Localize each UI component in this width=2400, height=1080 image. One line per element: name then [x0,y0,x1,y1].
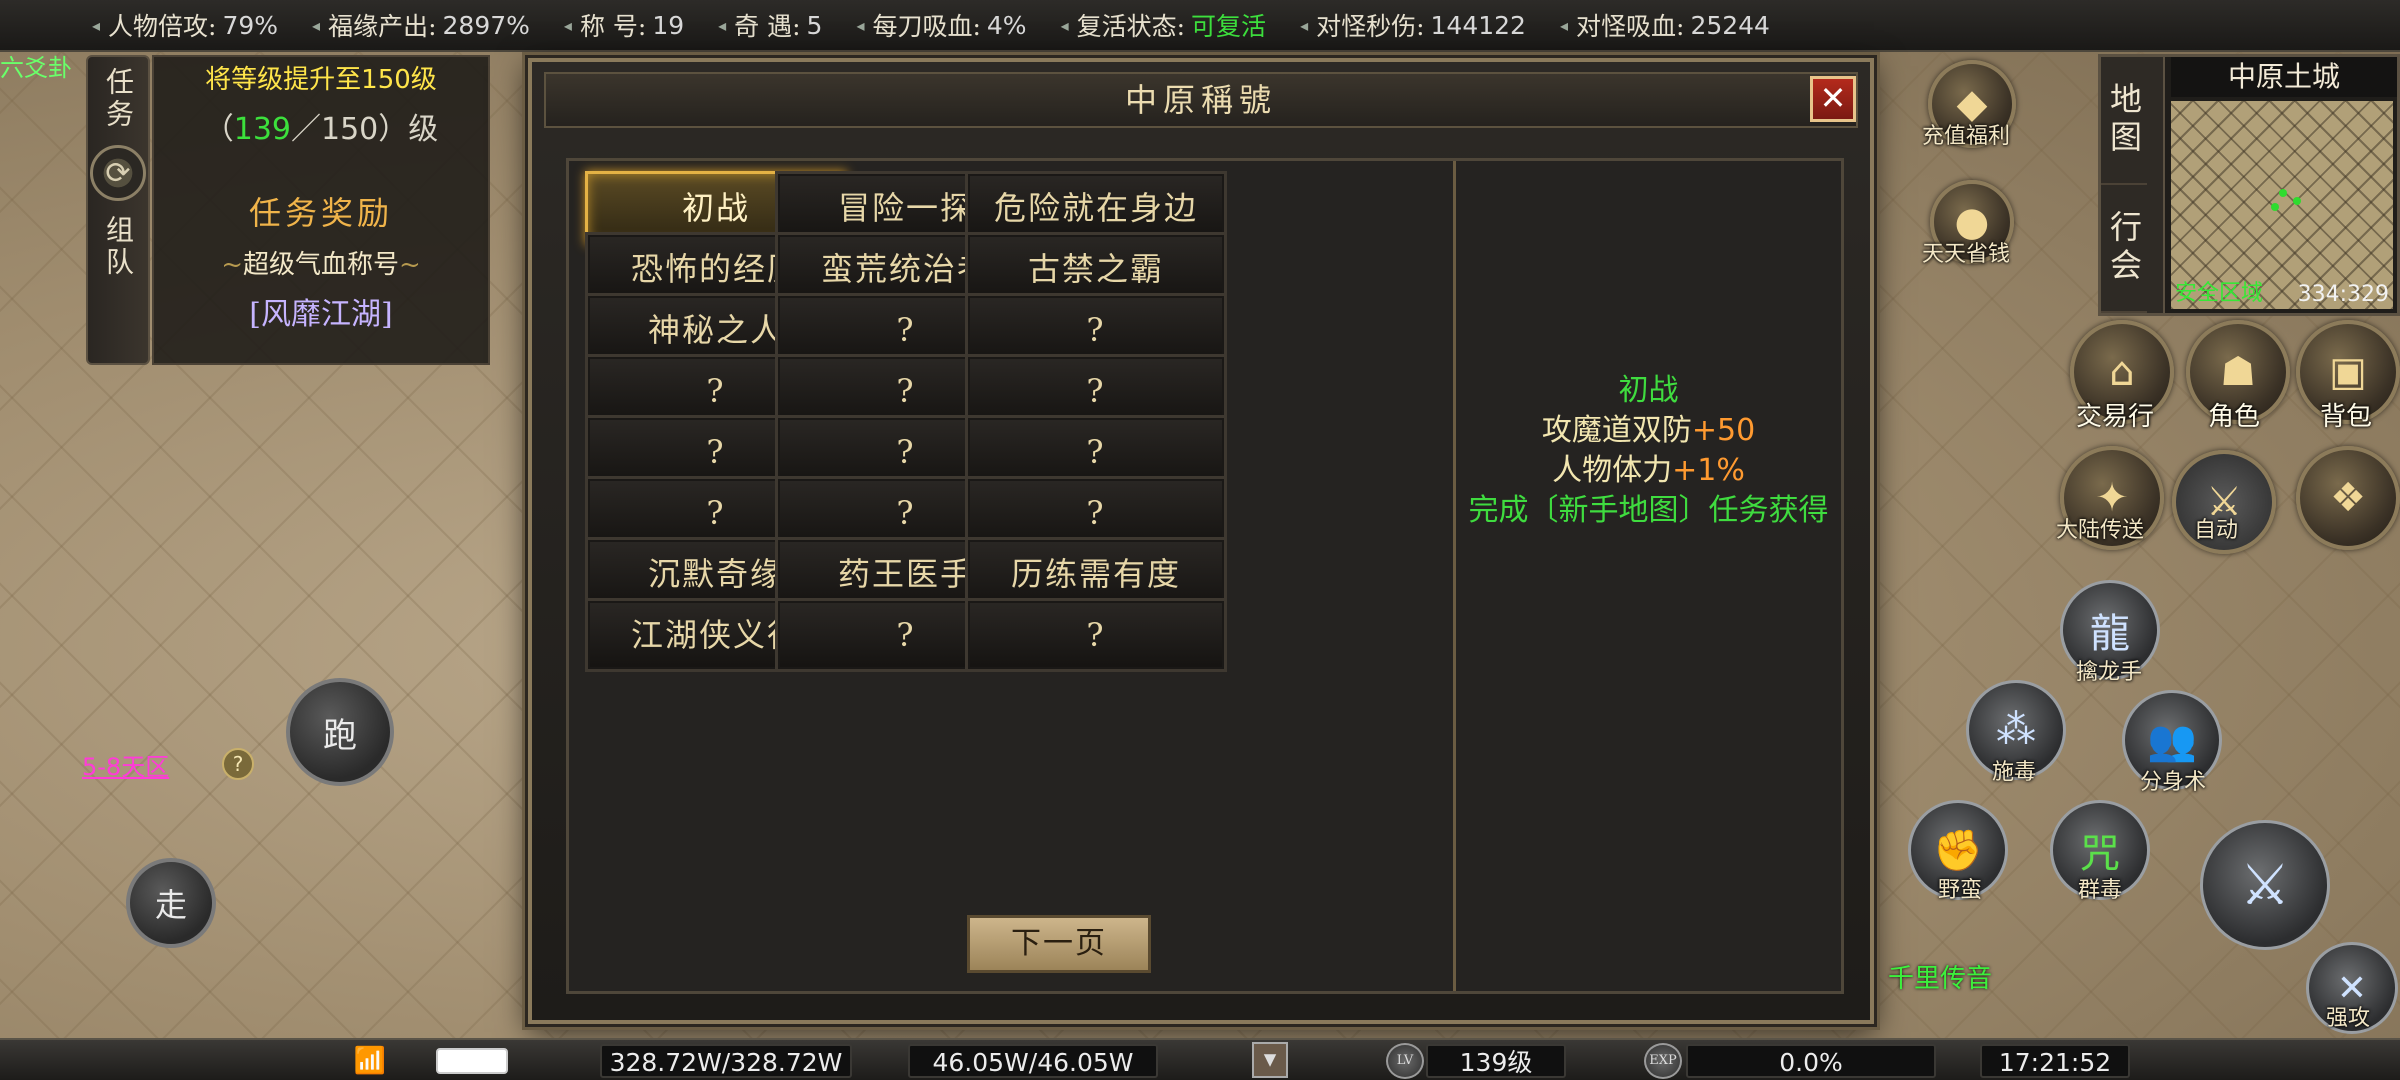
stat-value: 144122 [1430,10,1526,40]
teleport-label: 大陆传送 [2056,518,2145,543]
reward-name: ~超级气血称号~ [221,250,421,280]
tab-map[interactable]: 地图 [2101,57,2147,185]
help-icon[interactable]: ? [222,748,254,780]
stat-arrow-icon: ◂ [312,15,321,35]
stat-key: 每刀吸血: [872,12,981,41]
thousand-li-voice-button[interactable]: 千里传音 [1888,958,1992,995]
detail-stat-1: 攻魔道双防+50 [1541,413,1756,448]
safe-zone-label: 安全区域 [2175,281,2264,306]
stat-item: ◂ 称 号: 19 [564,7,684,43]
stat-key: 对怪吸血: [1576,12,1685,41]
stat-item: ◂ 每刀吸血: 4% [856,7,1026,43]
dialog-title: 中原稱號 [544,72,1858,128]
stat-value: 2897% [442,10,530,40]
walk-button[interactable]: 走 [126,858,216,948]
stat-value: 5 [806,10,823,40]
reward-item: [风靡江湖] [249,297,393,332]
stat-item: ◂ 福缘产出: 2897% [312,7,530,43]
recharge-label: 充值福利 [1922,124,2011,149]
skill-label: 群毒 [2078,878,2123,903]
stat-arrow-icon: ◂ [1060,15,1069,35]
stat-value: 79% [222,10,279,40]
stat-item: ◂ 奇 遇: 5 [718,7,822,43]
refresh-icon[interactable]: ⟳ [90,145,146,201]
detail-name: 初战 [1618,373,1679,408]
level-icon: LV [1386,1043,1424,1079]
auto-label: 自动 [2194,518,2239,543]
stat-value: 19 [652,10,685,40]
edge-text: 六爻卦 [0,54,72,82]
stat-key: 称 号: [579,12,647,41]
detail-source: 完成〔新手地图〕任务获得 [1468,493,1829,528]
bag-label: 背包 [2320,402,2373,432]
stat-value: 可复活 [1191,12,1267,41]
character-label: 角色 [2208,402,2261,432]
map-coordinates: 334:329 [2297,282,2389,307]
stat-key: 人物倍攻: [108,12,217,41]
quest-goal: 将等级提升至150级 [205,65,437,95]
wifi-icon: 📶 [353,1046,387,1076]
stat-key: 对怪秒伤: [1316,12,1425,41]
stat-arrow-icon: ◂ [856,15,865,35]
stat-arrow-icon: ◂ [1300,15,1309,35]
close-button[interactable]: ✕ [1810,76,1856,122]
clock: 17:21:52 [1980,1044,2130,1078]
stat-item: ◂ 对怪吸血: 25244 [1560,7,1770,43]
stat-item: ◂ 对怪秒伤: 144122 [1300,7,1526,43]
zone-label[interactable]: 5-8天区 [82,747,169,782]
quest-tab[interactable]: 任务 [98,67,138,131]
stat-arrow-icon: ◂ [92,15,101,35]
minimap-panel: 地图 行会 中原土城 安全区域 334:329 [2098,54,2400,316]
stat-item: ◂ 复活状态: 可复活 [1061,7,1266,43]
skill-label: 野蛮 [1938,878,1983,903]
npc-marker-icon [2271,203,2279,211]
quest-progress: （139／150）级 [203,112,439,147]
stat-key: 奇 遇: [734,12,801,41]
stat-arrow-icon: ◂ [718,15,727,35]
team-tab[interactable]: 组队 [98,215,138,279]
next-page-button[interactable]: 下一页 [967,915,1151,973]
detail-stat-2: 人物体力+1% [1552,453,1745,488]
tab-guild[interactable]: 行会 [2101,185,2147,313]
skill-label: 分身术 [2140,770,2207,795]
exp-value: 0.0% [1686,1044,1936,1078]
run-button[interactable]: 跑 [286,678,394,786]
stat-arrow-icon: ◂ [1559,15,1568,35]
stat-value: 4% [986,10,1027,40]
npc-marker-icon [2293,197,2301,205]
skill-label: 施毒 [1992,760,2037,785]
stat-value: 25244 [1690,10,1770,40]
player-marker-icon [2279,189,2287,197]
stat-arrow-icon: ◂ [563,15,572,35]
stat-key: 福缘产出: [328,12,437,41]
titles-grid: 下一页 初战 冒险一探 危险就在身边 恐怖的经历 蛮荒统治者 古禁之霸 神秘之人??????… [569,161,1453,991]
quest-panel[interactable]: 将等级提升至150级 （139／150）级 任务奖励 ~超级气血称号~ [风靡江… [152,55,490,365]
mp-value: 46.05W/46.05W [908,1044,1158,1078]
title-detail-pane: 初战 攻魔道双防+50 人物体力+1% 完成〔新手地图〕任务获得 [1453,161,1841,991]
stat-key: 复活状态: [1076,12,1186,41]
quest-progress-current: 139 [233,112,291,147]
exp-icon: EXP [1644,1043,1682,1079]
sword-attack-icon[interactable]: ⚔ [2200,820,2330,950]
map-tabs: 地图 行会 [2101,57,2165,313]
bottom-status-bar: 📶 328.72W/328.72W 46.05W/46.05W ▾ LV 139… [0,1038,2400,1080]
strong-attack-label: 强攻 [2326,1006,2371,1031]
locked-title-button[interactable]: ? [965,598,1227,672]
reward-title: 任务奖励 [248,194,393,232]
skill-label: 擒龙手 [2076,660,2143,685]
minimap[interactable]: 安全区域 334:329 [2171,101,2393,309]
hp-value: 328.72W/328.72W [600,1044,852,1078]
level-value: 139级 [1426,1044,1566,1078]
trade-label: 交易行 [2076,402,2155,432]
map-name: 中原土城 [2171,57,2397,97]
battery-icon [436,1048,508,1074]
quest-side-tabs: 任务 ⟳ 组队 [86,55,150,365]
dialog-content: 下一页 初战 冒险一探 危险就在身边 恐怖的经历 蛮荒统治者 古禁之霸 神秘之人??????… [566,158,1844,994]
daily-savings-label: 天天省钱 [1922,242,2011,267]
chat-toggle-icon[interactable]: ▾ [1252,1042,1288,1078]
menu-expand-icon[interactable]: ❖ [2296,446,2400,550]
top-stat-bar: ◂ 人物倍攻: 79% ◂ 福缘产出: 2897% ◂ 称 号: 19 ◂ 奇 遇: 5 ◂ 每刀吸血: 4… [0,0,2400,52]
stat-item: ◂ 人物倍攻: 79% [92,7,278,43]
titles-dialog: 中原稱號 ✕ 下一页 初战 冒险一探 危险就在身边 恐怖的经历 蛮荒统治者 古禁之霸 神秘之… [528,58,1874,1024]
